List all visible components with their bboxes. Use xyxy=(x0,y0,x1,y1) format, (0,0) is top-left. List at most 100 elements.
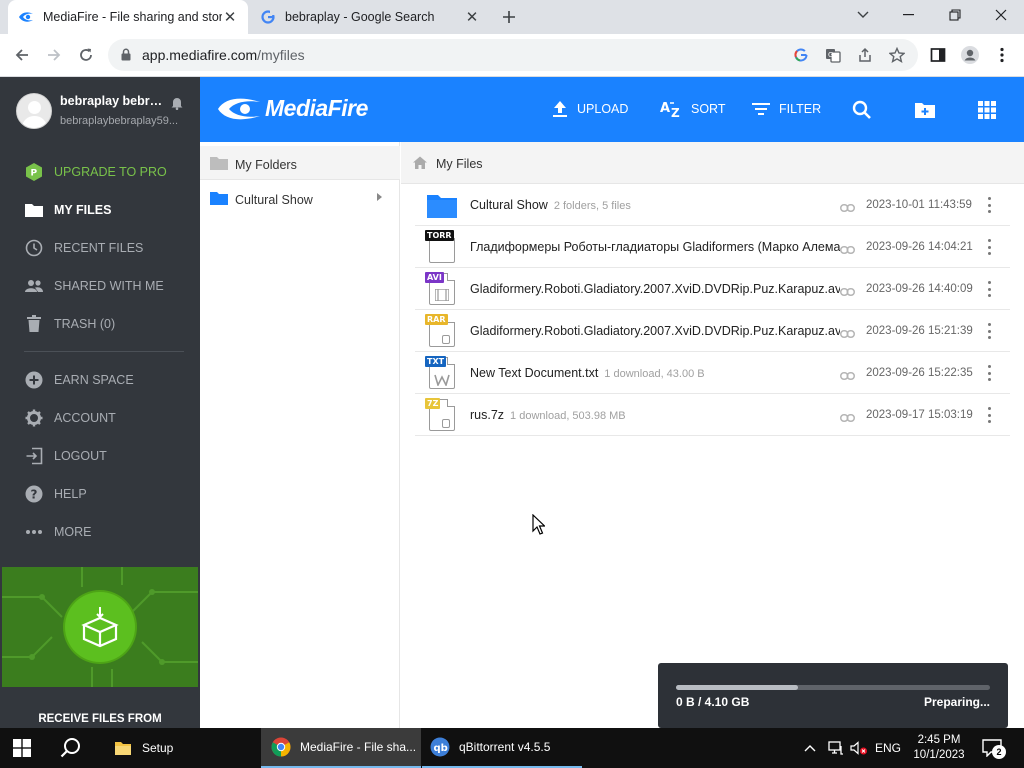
more-options-icon[interactable] xyxy=(986,197,992,213)
tree-item-cultural-show[interactable]: Cultural Show xyxy=(200,181,400,215)
minimize-icon[interactable] xyxy=(897,5,921,25)
sort-button[interactable]: AZ SORT xyxy=(660,97,726,121)
link-icon[interactable] xyxy=(840,199,855,217)
sidebar-item-label: UPGRADE TO PRO xyxy=(54,165,167,179)
upload-button[interactable]: UPLOAD xyxy=(552,97,628,121)
more-options-icon[interactable] xyxy=(986,281,992,297)
svg-text:Z: Z xyxy=(671,106,680,118)
network-icon[interactable] xyxy=(827,740,845,756)
file-name-text: Gladiformery.Roboti.Gladiatory.2007.XviD… xyxy=(470,324,840,338)
search-icon[interactable] xyxy=(851,99,873,121)
file-row-avi[interactable]: AVI Gladiformery.Roboti.Gladiatory.2007.… xyxy=(415,268,1010,310)
mediafire-logo[interactable]: MediaFire xyxy=(217,95,368,122)
taskbar-clock[interactable]: 2:45 PM 10/1/2023 xyxy=(908,733,970,763)
sidebar-divider xyxy=(24,351,184,352)
sidebar-item-label: HELP xyxy=(54,487,87,501)
link-icon[interactable] xyxy=(840,409,855,427)
people-icon xyxy=(24,276,44,296)
new-folder-icon[interactable] xyxy=(914,99,936,121)
link-icon[interactable] xyxy=(840,325,855,343)
file-row-torrent[interactable]: TORR Гладиформеры Роботы-гладиаторы Glad… xyxy=(415,226,1010,268)
sidebar-item-my-files[interactable]: MY FILES xyxy=(0,195,200,225)
link-icon[interactable] xyxy=(840,367,855,385)
svg-text:A: A xyxy=(660,101,670,116)
sidebar-item-earn-space[interactable]: EARN SPACE xyxy=(0,365,200,395)
tree-root-my-folders[interactable]: My Folders xyxy=(200,146,400,180)
sidebar-item-trash[interactable]: TRASH (0) xyxy=(0,309,200,339)
tab-search-chevron-icon[interactable] xyxy=(851,5,875,25)
side-panel-icon[interactable] xyxy=(928,45,948,65)
link-icon[interactable] xyxy=(840,241,855,259)
tray-chevron-up-icon[interactable] xyxy=(803,740,817,756)
upload-progress-track xyxy=(676,685,990,690)
google-favicon-icon xyxy=(260,9,276,25)
user-profile[interactable]: bebraplay bebraplay bebraplaybebraplay59… xyxy=(0,77,200,147)
taskbar-app-setup[interactable]: Setup xyxy=(103,728,258,768)
sort-az-icon: AZ xyxy=(660,101,680,118)
browser-toolbar: app.mediafire.com/myfiles G xyxy=(0,34,1024,77)
tab-close-icon[interactable]: ✕ xyxy=(464,9,480,26)
upload-icon xyxy=(553,101,567,117)
taskbar-app-qbittorrent[interactable]: qb qBittorrent v4.5.5 xyxy=(422,728,582,768)
grid-view-icon[interactable] xyxy=(976,99,998,121)
language-indicator[interactable]: ENG xyxy=(873,740,903,756)
sidebar-item-account[interactable]: ACCOUNT xyxy=(0,403,200,433)
lock-icon[interactable] xyxy=(121,48,131,66)
sidebar-item-recent-files[interactable]: RECENT FILES xyxy=(0,233,200,263)
restore-icon[interactable] xyxy=(943,5,967,25)
forward-arrow-icon[interactable] xyxy=(42,43,66,67)
upload-progress-panel[interactable]: 0 B / 4.10 GB Preparing... xyxy=(658,663,1008,728)
bookmark-star-icon[interactable] xyxy=(888,46,906,64)
file-name: rus.7z 1 download, 503.98 MB xyxy=(470,408,840,422)
back-arrow-icon[interactable] xyxy=(10,43,34,67)
google-lens-g-icon[interactable] xyxy=(792,46,810,64)
file-row-folder-cultural-show[interactable]: Cultural Show 2 folders, 5 files 2023-10-… xyxy=(415,184,1010,226)
file-row-rar[interactable]: RAR Gladiformery.Roboti.Gladiatory.2007.… xyxy=(415,310,1010,352)
sidebar-item-help[interactable]: ? HELP xyxy=(0,479,200,509)
gear-icon xyxy=(24,408,44,428)
file-row-7z[interactable]: 7Z rus.7z 1 download, 503.98 MB 2023-09-1… xyxy=(415,394,1010,436)
sidebar-item-shared-with-me[interactable]: SHARED WITH ME xyxy=(0,271,200,301)
taskbar-app-chrome[interactable]: MediaFire - File sha... xyxy=(261,728,421,768)
browser-tab-strip: MediaFire - File sharing and stor ✕ bebr… xyxy=(0,0,1024,34)
expand-arrow-icon[interactable] xyxy=(377,193,382,201)
more-options-icon[interactable] xyxy=(986,365,992,381)
chrome-menu-icon[interactable] xyxy=(992,45,1012,65)
tab-close-icon[interactable]: ✕ xyxy=(222,9,238,26)
file-type-tag: AVI xyxy=(425,272,444,283)
more-options-icon[interactable] xyxy=(986,239,992,255)
mediafire-header: MediaFire UPLOAD AZ SORT FILTER xyxy=(200,77,1024,142)
folder-icon xyxy=(425,187,459,223)
sidebar-item-more[interactable]: MORE xyxy=(0,517,200,547)
filter-button[interactable]: FILTER xyxy=(752,97,821,121)
taskbar-search-icon[interactable] xyxy=(60,737,82,764)
clock-time: 2:45 PM xyxy=(917,734,961,746)
home-icon[interactable] xyxy=(413,156,427,174)
windows-start-icon[interactable] xyxy=(13,739,31,762)
avatar[interactable] xyxy=(16,93,52,129)
sidebar-item-upgrade[interactable]: P UPGRADE TO PRO xyxy=(0,157,200,187)
address-bar[interactable]: app.mediafire.com/myfiles G xyxy=(108,39,918,71)
breadcrumb-label[interactable]: My Files xyxy=(436,157,483,171)
close-window-icon[interactable] xyxy=(989,5,1013,25)
tab-google-search[interactable]: bebraplay - Google Search ✕ xyxy=(250,0,490,34)
more-options-icon[interactable] xyxy=(986,407,992,423)
receive-files-promo[interactable] xyxy=(2,567,198,687)
share-icon[interactable] xyxy=(856,46,874,64)
volume-muted-icon[interactable] xyxy=(850,740,868,756)
file-date: 2023-09-26 15:21:39 xyxy=(866,325,973,337)
reload-icon[interactable] xyxy=(74,43,98,67)
notification-bell-icon[interactable] xyxy=(171,97,183,115)
new-tab-plus-icon[interactable] xyxy=(498,6,520,28)
tab-mediafire[interactable]: MediaFire - File sharing and stor ✕ xyxy=(8,0,248,34)
profile-icon[interactable] xyxy=(960,45,980,65)
notification-center-icon[interactable]: 2 xyxy=(982,739,1006,762)
link-icon[interactable] xyxy=(840,283,855,301)
more-options-icon[interactable] xyxy=(986,323,992,339)
sidebar-item-logout[interactable]: LOGOUT xyxy=(0,441,200,471)
file-date: 2023-10-01 11:43:59 xyxy=(866,199,972,211)
file-row-txt[interactable]: TXT New Text Document.txt 1 download, 43.… xyxy=(415,352,1010,394)
sidebar-item-label: TRASH (0) xyxy=(54,317,116,331)
translate-icon[interactable]: G xyxy=(824,46,842,64)
user-email: bebraplaybebraplay59... xyxy=(60,115,179,127)
